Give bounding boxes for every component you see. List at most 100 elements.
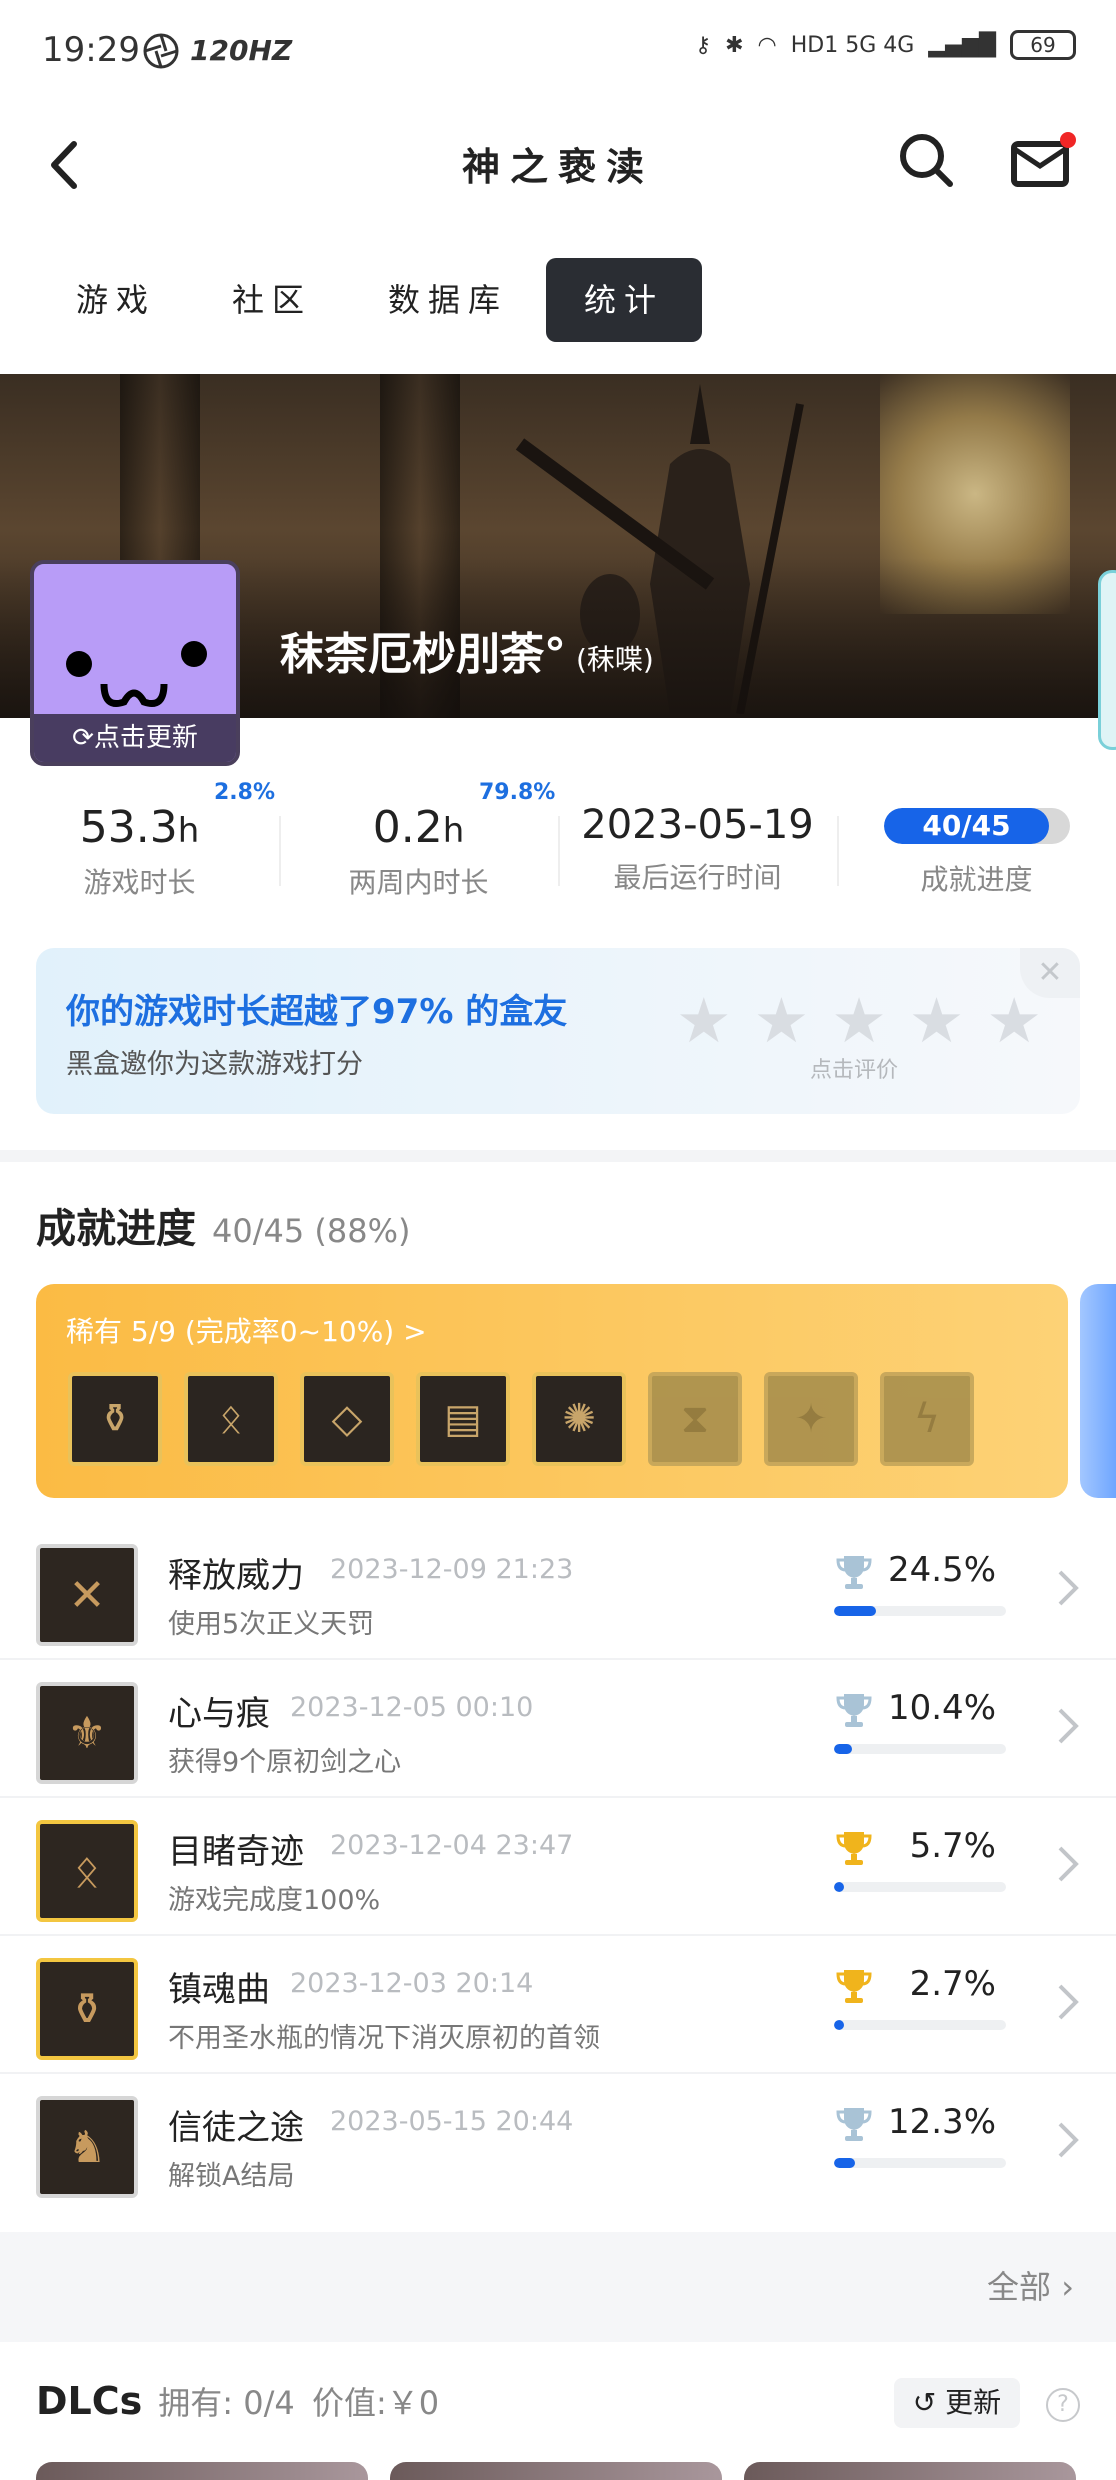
view-all-button[interactable]: 全部 › [987, 2262, 1074, 2308]
stat-value: 53.3 [79, 802, 178, 853]
achievement-icon: ⚱ [36, 1958, 138, 2060]
scroll-icon[interactable]: ▤ [416, 1372, 510, 1466]
achievement-row[interactable]: ✕ 释放威力 2023-12-09 21:23 使用5次正义天罚 24.5% [0, 1522, 1116, 1660]
achievement-name: 心与痕 [168, 1694, 270, 1734]
achievement-rate-fill [834, 1882, 845, 1892]
star-icon[interactable]: ★ [831, 984, 887, 1057]
tab-game[interactable]: 游戏 [38, 258, 194, 342]
rare-label: 稀有 5/9 (完成率0~10%) > [66, 1315, 427, 1348]
star-icon[interactable]: ★ [986, 984, 1042, 1057]
beast-icon[interactable]: ✦ [764, 1372, 858, 1466]
chevron-right-icon [1058, 1570, 1079, 1606]
trophy-icon [836, 1556, 872, 1589]
achievement-name: 目睹奇迹 [168, 1832, 304, 1872]
achievement-icon: ᛟ [36, 1820, 138, 1922]
aperture-icon [143, 33, 179, 69]
refresh-icon: ↺ [912, 2386, 937, 2419]
star-icon[interactable]: ★ [909, 984, 965, 1057]
help-icon[interactable]: ? [1046, 2388, 1080, 2422]
achievement-rate: 12.3% [887, 2102, 996, 2142]
avatar[interactable]: ⟳点击更新 [30, 560, 240, 766]
stat-label: 最后运行时间 [613, 861, 782, 894]
trophy-icon [836, 1970, 872, 2003]
stat-achievement-progress[interactable]: 40/45 成就进度 [837, 780, 1116, 920]
achievement-rate-bar [834, 2020, 1006, 2030]
achievement-rate-fill [834, 1606, 877, 1616]
achievement-desc: 不用圣水瓶的情况下消灭原初的首领 [168, 2023, 600, 2054]
achievement-icon: ⚜ [36, 1682, 138, 1784]
achievement-desc: 获得9个原初剑之心 [168, 1747, 402, 1778]
mail-icon[interactable] [1010, 130, 1080, 190]
rating-card: 你的游戏时长超越了97% 的盒友 黑盒邀你为这款游戏打分 ★ ★ ★ ★ ★ 点… [36, 948, 1080, 1114]
achievement-date: 2023-12-09 21:23 [330, 1554, 574, 1585]
stat-percent: 2.8% [214, 780, 276, 805]
spider-icon[interactable]: ✺ [532, 1372, 626, 1466]
achievement-row[interactable]: ᛟ 目睹奇迹 2023-12-04 23:47 游戏完成度100% 5.7% [0, 1798, 1116, 1936]
rune-icon[interactable]: ᛟ [184, 1372, 278, 1466]
achievement-rate-fill [834, 1744, 852, 1754]
dlc-update-button[interactable]: ↺ 更新 [894, 2378, 1020, 2428]
next-card-peek[interactable] [1080, 1284, 1116, 1498]
status-icons: ⚷ ✱ ◠ HD1 5G 4G ▂▄▆█ 69 [695, 30, 1076, 60]
view-all-strip: 全部 › [0, 2232, 1116, 2342]
rating-hint: 点击评价 [810, 1058, 899, 1083]
dlc-owned: 拥有: 0/4 [158, 2384, 295, 2422]
bluetooth-icon: ✱ [725, 32, 744, 58]
dlc-card[interactable] [390, 2462, 722, 2480]
search-icon[interactable] [896, 130, 956, 190]
achievement-list: ✕ 释放威力 2023-12-09 21:23 使用5次正义天罚 24.5% ⚜ 心与痕 20… [0, 1522, 1116, 2212]
rosary-icon[interactable]: ◇ [300, 1372, 394, 1466]
achievement-name: 释放威力 [168, 1556, 304, 1596]
avatar-update-button[interactable]: ⟳点击更新 [34, 714, 236, 762]
stat-unit: h [177, 811, 200, 851]
side-panel-tab[interactable] [1098, 570, 1116, 750]
tab-stats[interactable]: 统计 [546, 258, 703, 342]
trophy-icon [836, 1694, 872, 1727]
chevron-right-icon [1058, 1984, 1079, 2020]
achievement-rate-bar [834, 1744, 1006, 1754]
avatar-face-icon [66, 641, 207, 707]
hourglass-icon[interactable]: ⧗ [648, 1372, 742, 1466]
urn-icon[interactable]: ⚱ [68, 1372, 162, 1466]
key-icon: ⚷ [694, 32, 712, 58]
achievement-rate: 10.4% [887, 1688, 996, 1728]
achievement-date: 2023-05-15 20:44 [330, 2106, 574, 2137]
star-icon[interactable]: ★ [676, 984, 732, 1057]
trophy-icon [836, 1832, 872, 1865]
rating-headline: 你的游戏时长超越了97% 的盒友 [66, 992, 568, 1032]
view-all-label: 全部 [987, 2268, 1052, 2306]
rare-achievements-card[interactable]: 稀有 5/9 (完成率0~10%) > ⚱ ᛟ ◇ ▤ ✺ ⧗ ✦ ϟ [36, 1284, 1068, 1498]
achievement-icon: ✕ [36, 1544, 138, 1646]
dlc-card[interactable] [744, 2462, 1076, 2480]
achievement-name: 镇魂曲 [168, 1970, 270, 2010]
refresh-rate: 120HZ [190, 34, 293, 67]
rune-icon[interactable]: ϟ [880, 1372, 974, 1466]
achievement-row[interactable]: ⚱ 镇魂曲 2023-12-03 20:14 不用圣水瓶的情况下消灭原初的首领 2.7% [0, 1936, 1116, 2074]
achievement-row[interactable]: ⚜ 心与痕 2023-12-05 00:10 获得9个原初剑之心 10.4% [0, 1660, 1116, 1798]
status-bar: 19:29 120HZ ⚷ ✱ ◠ HD1 5G 4G ▂▄▆█ 69 [0, 0, 1116, 100]
username-text: 秣柰厄杪刖荼° [280, 629, 566, 680]
achievement-name: 信徒之途 [168, 2108, 304, 2148]
stat-label: 游戏时长 [83, 866, 196, 899]
tab-database[interactable]: 数据库 [350, 258, 546, 342]
tab-community[interactable]: 社区 [194, 258, 350, 342]
username-alias: (秣喋) [576, 643, 654, 676]
signal-icon: ▂▄▆█ [928, 32, 996, 58]
dlc-card[interactable] [36, 2462, 368, 2480]
chevron-right-icon [1058, 1708, 1079, 1744]
section-divider [0, 1150, 1116, 1162]
stat-unit: h [442, 811, 465, 851]
chevron-right-icon [1058, 2122, 1079, 2158]
achievement-row[interactable]: ♞ 信徒之途 2023-05-15 20:44 解锁A结局 12.3% [0, 2074, 1116, 2212]
wifi-icon: ◠ [757, 32, 777, 58]
achievement-date: 2023-12-03 20:14 [290, 1968, 534, 1999]
achievement-date: 2023-12-05 00:10 [290, 1692, 534, 1723]
avatar-update-label: 点击更新 [93, 723, 198, 753]
rating-subtitle: 黑盒邀你为这款游戏打分 [66, 1049, 363, 1080]
stat-percent: 79.8% [479, 780, 556, 805]
battery-icon: 69 [1010, 30, 1076, 60]
dlc-value: 价值:￥0 [311, 2384, 440, 2422]
achievement-rate: 5.7% [909, 1826, 996, 1866]
star-icon[interactable]: ★ [754, 984, 810, 1057]
rare-badge-row: ⚱ ᛟ ◇ ▤ ✺ ⧗ ✦ ϟ [68, 1372, 974, 1466]
